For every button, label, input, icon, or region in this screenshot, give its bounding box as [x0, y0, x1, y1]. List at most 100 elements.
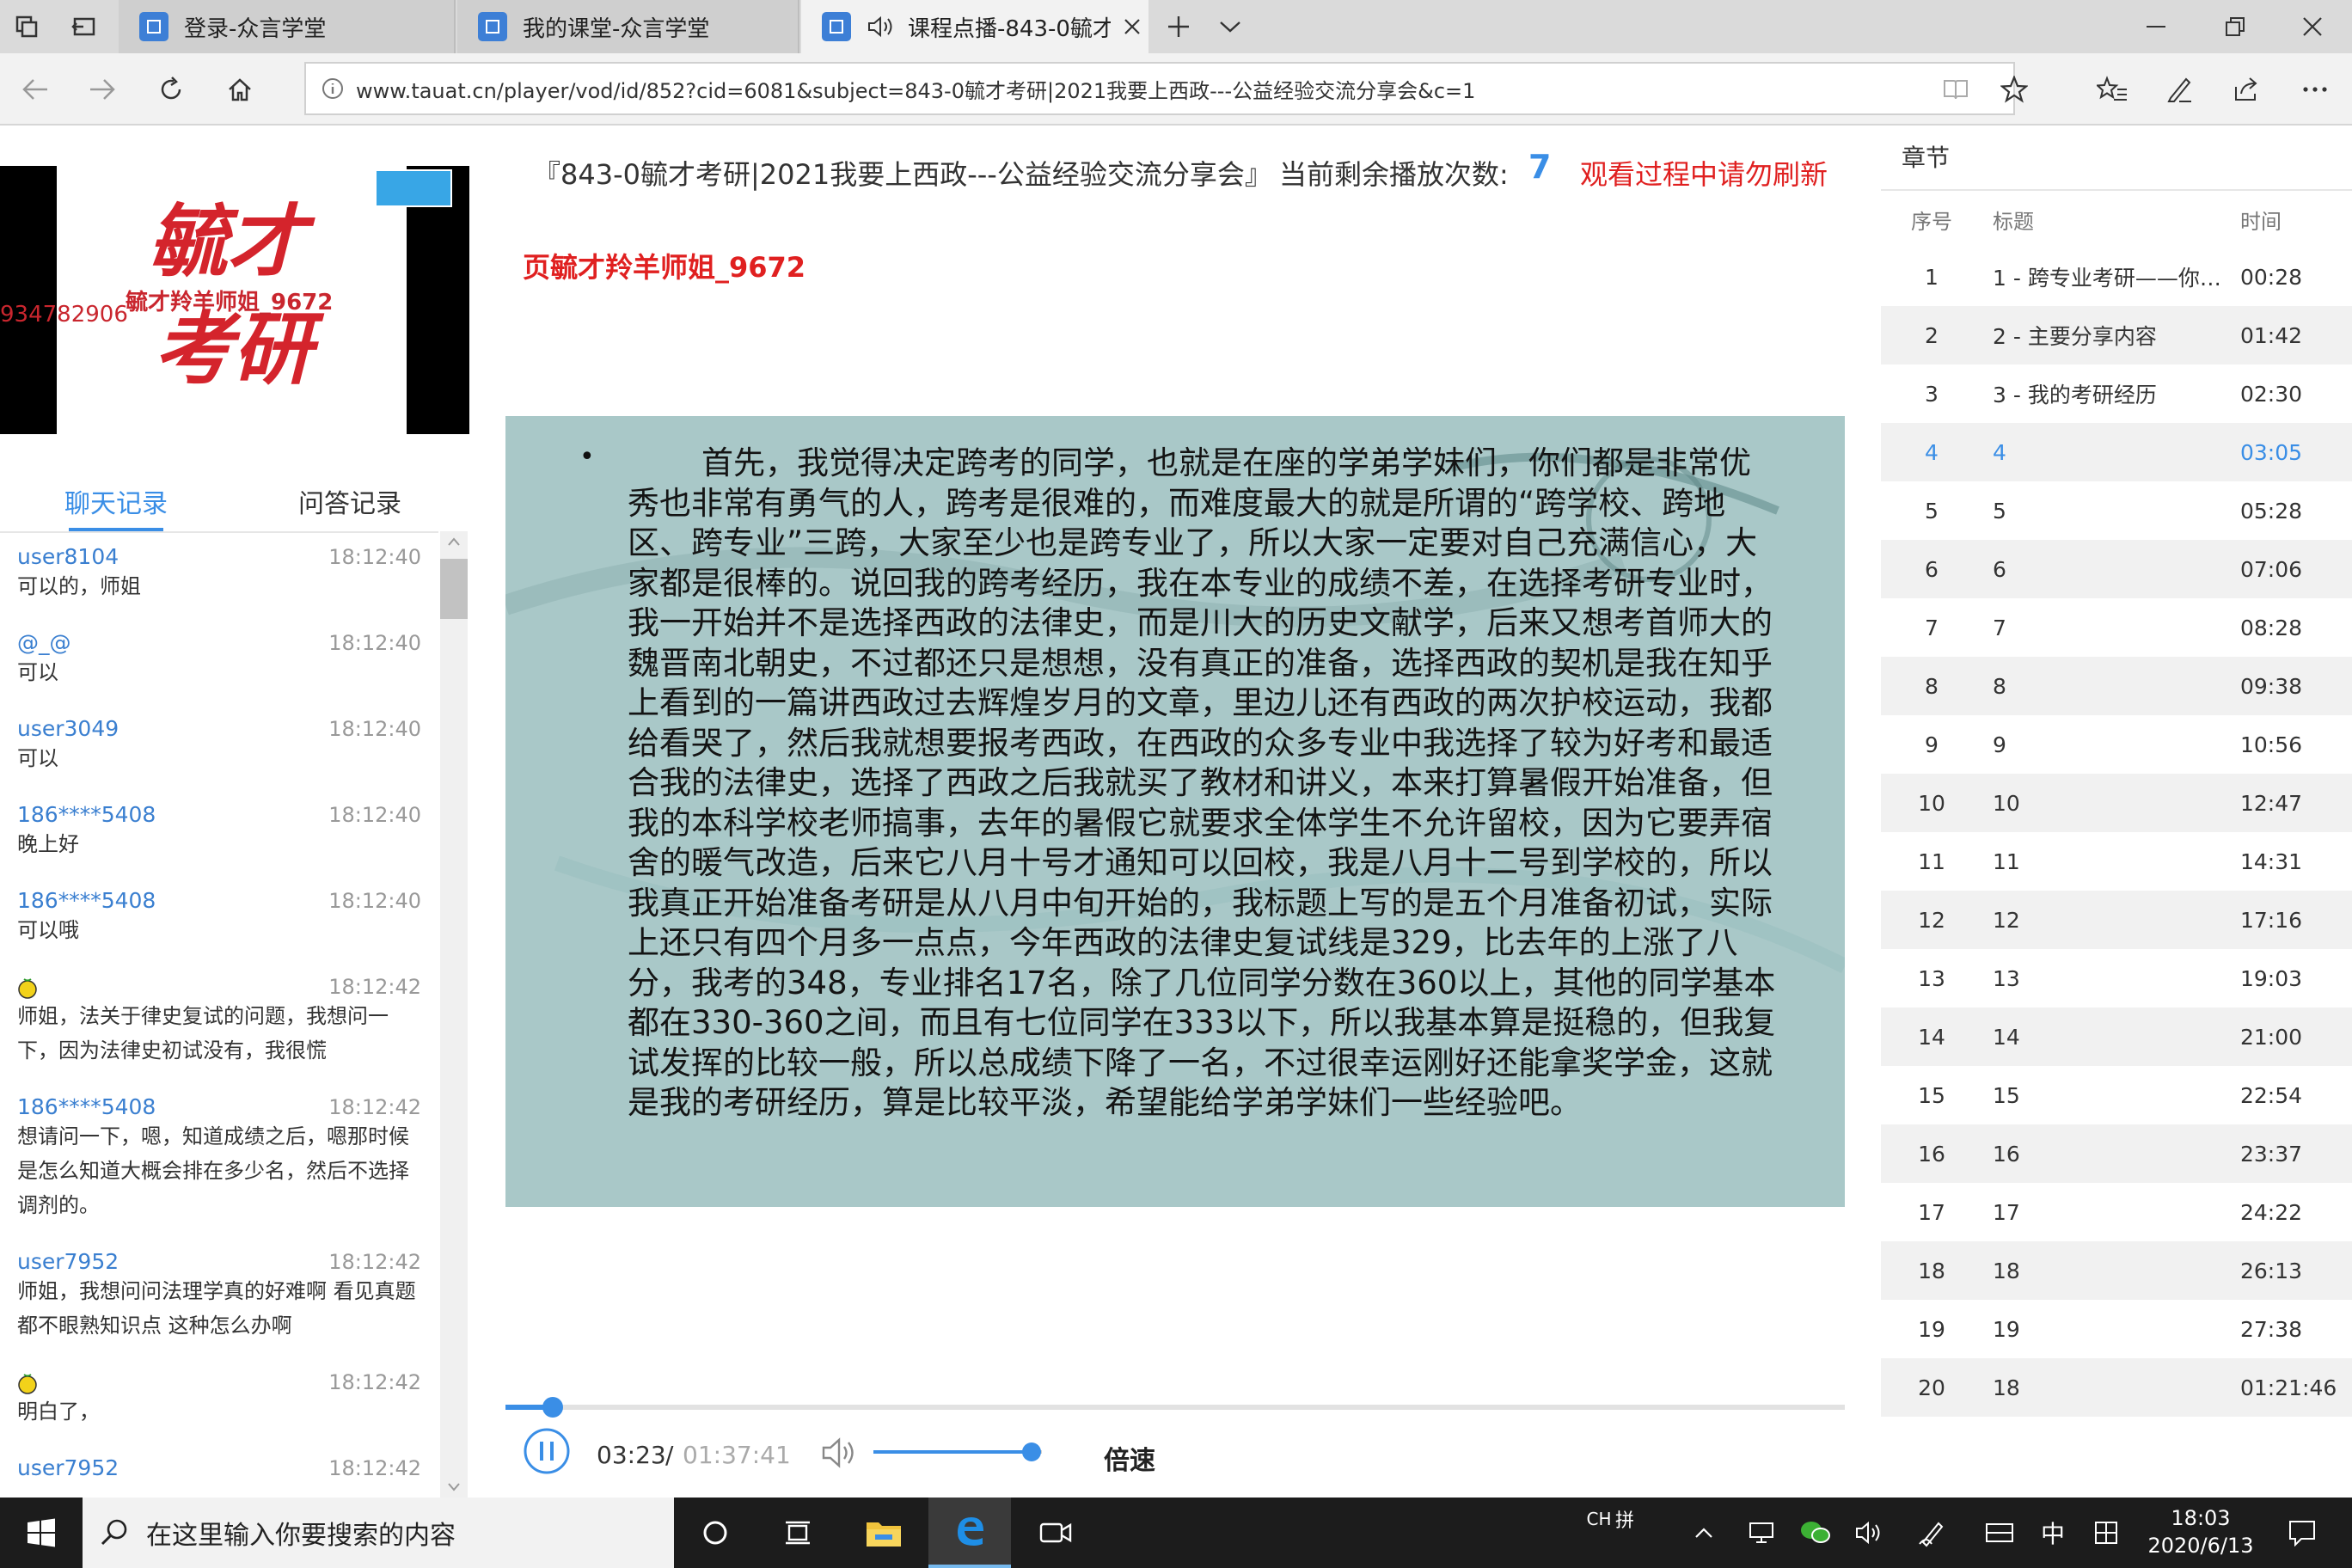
- video-camera-icon: [1039, 1522, 1072, 1543]
- cortana-button[interactable]: [674, 1498, 756, 1568]
- edge-taskbar-button[interactable]: [928, 1498, 1011, 1568]
- lecture-slide[interactable]: • 首先，我觉得决定跨考的同学，也就是在座的学弟学妹们，你们都是非常优秀也非常有…: [505, 416, 1845, 1207]
- add-favorite-button[interactable]: [1981, 53, 2048, 126]
- plus-icon: [1168, 16, 1189, 37]
- tab-chat-records[interactable]: 聊天记录: [0, 471, 232, 531]
- tab-manager-button[interactable]: [0, 0, 53, 53]
- file-explorer-button[interactable]: [842, 1498, 925, 1568]
- chapter-row[interactable]: 19 19 27:38: [1881, 1300, 2352, 1358]
- chat-username[interactable]: 186****5408: [17, 888, 156, 913]
- chapter-row[interactable]: 10 10 12:47: [1881, 774, 2352, 832]
- chat-username[interactable]: [17, 977, 38, 999]
- presenter-name-overlay: 毓才羚羊师姐_9672: [126, 290, 334, 315]
- wechat-tray-button[interactable]: [1793, 1498, 1838, 1568]
- chapter-row[interactable]: 3 3 - 我的考研经历 02:30: [1881, 364, 2352, 423]
- chapter-row[interactable]: 12 12 17:16: [1881, 891, 2352, 949]
- chapter-row[interactable]: 9 9 10:56: [1881, 715, 2352, 774]
- volume-button[interactable]: [820, 1436, 858, 1470]
- chapter-row[interactable]: 11 11 14:31: [1881, 832, 2352, 891]
- taskbar-clock[interactable]: 18:03 2020/6/13: [2141, 1504, 2261, 1559]
- chapter-time: 10:56: [2240, 732, 2303, 757]
- reading-view-button[interactable]: [1922, 53, 1989, 126]
- scroll-up-icon[interactable]: [440, 531, 468, 552]
- touch-keyboard-button[interactable]: [1975, 1498, 2024, 1568]
- camera-app-button[interactable]: [1014, 1498, 1097, 1568]
- pause-button[interactable]: [523, 1427, 571, 1475]
- chat-username[interactable]: 186****5408: [17, 802, 156, 827]
- tab-course-vod[interactable]: 课程点播-843-0毓才: [801, 0, 1148, 53]
- volume-slider[interactable]: [873, 1450, 1042, 1454]
- action-center-button[interactable]: [2269, 1498, 2335, 1568]
- chapter-row[interactable]: 8 8 09:38: [1881, 657, 2352, 715]
- chapter-row[interactable]: 15 15 22:54: [1881, 1066, 2352, 1124]
- restore-button[interactable]: [2196, 0, 2275, 53]
- taskbar-search-box[interactable]: 在这里输入你要搜索的内容: [83, 1498, 674, 1568]
- scrollbar-thumb[interactable]: [440, 559, 468, 619]
- chapter-row[interactable]: 5 5 05:28: [1881, 481, 2352, 540]
- new-tab-button[interactable]: [1152, 0, 1205, 53]
- presenter-video[interactable]: 毓才 考研 毓才羚羊师姐_9672 934782906: [0, 166, 469, 434]
- progress-handle[interactable]: [542, 1397, 563, 1418]
- web-note-button[interactable]: [2146, 53, 2213, 126]
- favorites-button[interactable]: [2079, 53, 2146, 126]
- share-button[interactable]: [2213, 53, 2280, 126]
- chat-username[interactable]: user3049: [17, 716, 119, 741]
- chat-scrollbar[interactable]: [440, 531, 468, 1498]
- close-window-button[interactable]: [2273, 0, 2352, 53]
- chat-message-list[interactable]: user8104 18:12:40 可以的，师姐 @_@ 18:12:40 可以 u…: [0, 531, 438, 1498]
- ime-options-button[interactable]: [2084, 1498, 2128, 1568]
- chat-time: 18:12:40: [328, 803, 421, 827]
- chat-time: 18:12:40: [328, 545, 421, 569]
- playback-speed-button[interactable]: 倍速: [1104, 1439, 1155, 1477]
- ime-mode-pinyin[interactable]: 拼: [1608, 1484, 1642, 1554]
- chat-username[interactable]: user7952: [17, 1455, 119, 1480]
- chapter-row[interactable]: 20 18 01:21:46: [1881, 1358, 2352, 1417]
- start-button[interactable]: [0, 1498, 83, 1568]
- tab-login[interactable]: 登录-众言学堂: [119, 0, 456, 53]
- scroll-down-icon[interactable]: [440, 1477, 468, 1498]
- volume-tray-button[interactable]: [1847, 1498, 1891, 1568]
- chapter-row[interactable]: 6 6 07:06: [1881, 540, 2352, 598]
- chat-username[interactable]: [17, 1372, 38, 1394]
- chat-text: 可以: [17, 746, 58, 770]
- tab-my-classroom[interactable]: 我的课堂-众言学堂: [457, 0, 799, 53]
- chapter-row[interactable]: 18 18 26:13: [1881, 1241, 2352, 1300]
- input-language-indicator[interactable]: 中: [2032, 1498, 2073, 1568]
- chapter-row[interactable]: 7 7 08:28: [1881, 598, 2352, 657]
- home-button[interactable]: [206, 53, 273, 126]
- pen-workspace-button[interactable]: [1908, 1498, 1957, 1568]
- refresh-button[interactable]: [138, 53, 205, 126]
- chat-username[interactable]: user7952: [17, 1249, 119, 1274]
- task-view-button[interactable]: [756, 1498, 839, 1568]
- volume-handle[interactable]: [1022, 1442, 1042, 1461]
- chapter-row[interactable]: 4 4 03:05: [1881, 423, 2352, 481]
- chat-username[interactable]: user8104: [17, 544, 119, 569]
- chapter-number: 12: [1918, 907, 1945, 933]
- address-bar[interactable]: www.tauat.cn/player/vod/id/852?cid=6081&…: [304, 62, 2015, 115]
- audio-playing-icon[interactable]: [867, 15, 896, 39]
- chapter-row[interactable]: 2 2 - 主要分享内容 01:42: [1881, 306, 2352, 364]
- chat-username[interactable]: @_@: [17, 630, 71, 655]
- more-menu-button[interactable]: [2282, 53, 2349, 126]
- tab-preview-button[interactable]: [1204, 0, 1257, 53]
- network-tray-button[interactable]: [1740, 1498, 1785, 1568]
- chat-panel: 毓才 考研 毓才羚羊师姐_9672 934782906 聊天记录 问答记录 us…: [0, 127, 469, 1498]
- chapter-row[interactable]: 16 16 23:37: [1881, 1124, 2352, 1183]
- minimize-button[interactable]: [2116, 0, 2196, 53]
- chapter-number: 2: [1925, 322, 1939, 348]
- chapter-row[interactable]: 17 17 24:22: [1881, 1183, 2352, 1241]
- forward-button[interactable]: [69, 53, 136, 126]
- tab-qa-records[interactable]: 问答记录: [234, 471, 466, 531]
- show-hidden-icons-button[interactable]: [1685, 1498, 1723, 1568]
- chapter-row[interactable]: 13 13 19:03: [1881, 949, 2352, 1008]
- set-tabs-aside-button[interactable]: [57, 0, 110, 53]
- site-info-icon[interactable]: [322, 77, 344, 100]
- chapter-row[interactable]: 14 14 21:00: [1881, 1008, 2352, 1066]
- chat-username[interactable]: 186****5408: [17, 1094, 156, 1119]
- close-tab-icon[interactable]: [1123, 17, 1142, 36]
- progress-bar[interactable]: [505, 1397, 1845, 1418]
- current-time: 03:23: [597, 1441, 666, 1469]
- back-button[interactable]: [2, 53, 69, 126]
- url-text[interactable]: www.tauat.cn/player/vod/id/852?cid=6081&…: [356, 74, 1475, 104]
- chapter-row[interactable]: 1 1 - 跨专业考研——你准... 00:28: [1881, 248, 2352, 306]
